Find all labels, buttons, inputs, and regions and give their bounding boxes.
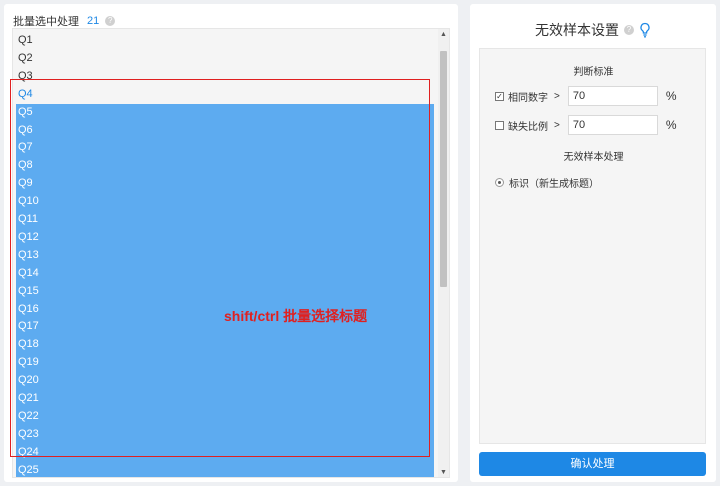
list-item[interactable]: Q22	[13, 407, 439, 425]
list-item[interactable]: Q8	[13, 156, 439, 174]
invalid-sample-panel: 无效样本设置 ? 判断标准 ✓ 相同数字 > 70 % 缺失比例 > 70 % …	[470, 4, 716, 482]
criteria-label: 相同数字	[508, 92, 548, 104]
mark-radio[interactable]	[495, 177, 504, 187]
same-number-checkbox[interactable]: ✓	[495, 91, 504, 101]
panel-title: 无效样本设置 ?	[470, 20, 716, 40]
criteria-row-missing-ratio: 缺失比例 > 70 %	[495, 115, 677, 135]
mark-radio-label: 标识（新生成标题）	[509, 178, 599, 190]
help-icon[interactable]: ?	[105, 16, 116, 26]
list-item[interactable]: Q7	[13, 138, 439, 156]
criteria-row-same-number: ✓ 相同数字 > 70 %	[495, 86, 677, 106]
list-item[interactable]: Q23	[13, 425, 439, 443]
list-item[interactable]: Q12	[13, 228, 439, 246]
settings-box: 判断标准 ✓ 相同数字 > 70 % 缺失比例 > 70 % 无效样本处理 标识…	[479, 48, 706, 444]
list-item[interactable]: Q2	[13, 49, 439, 67]
annotation-text: shift/ctrl 批量选择标题	[224, 308, 368, 324]
help-icon[interactable]: ?	[624, 25, 634, 35]
list-item[interactable]: Q19	[13, 353, 439, 371]
question-list[interactable]: Q1 Q2 Q3 Q4 Q5 Q6 Q7 Q8 Q9 Q10 Q11 Q12 Q13 Q14 Q15 Q16 Q…	[12, 28, 450, 478]
scroll-down-icon[interactable]: ▼	[438, 467, 449, 477]
list-item[interactable]: Q3	[13, 67, 439, 85]
list-item[interactable]: Q25	[13, 461, 439, 477]
list-item[interactable]: Q18	[13, 335, 439, 353]
list-item[interactable]: Q20	[13, 371, 439, 389]
confirm-button[interactable]: 确认处理	[479, 452, 706, 476]
missing-ratio-input[interactable]: 70	[567, 115, 658, 135]
list-item[interactable]: Q14	[13, 264, 439, 282]
panel-title-text: 无效样本设置	[535, 22, 619, 38]
scroll-thumb[interactable]	[440, 51, 447, 287]
criteria-label: 缺失比例	[508, 121, 548, 133]
list-item[interactable]: Q11	[13, 210, 439, 228]
list-item[interactable]: Q10	[13, 192, 439, 210]
list-item[interactable]: Q1	[13, 31, 439, 49]
operator: >	[554, 119, 560, 131]
batch-select-panel: 批量选中处理 21 ? Q1 Q2 Q3 Q4 Q5 Q6 Q7 Q8 Q9 Q10 Q11 Q12 Q…	[4, 4, 458, 482]
criteria-title: 判断标准	[573, 67, 614, 78]
list-item[interactable]: Q15	[13, 282, 439, 300]
missing-ratio-checkbox[interactable]	[495, 120, 504, 130]
same-number-input[interactable]: 70	[567, 86, 658, 106]
selected-count: 21	[87, 15, 100, 27]
list-item[interactable]: Q9	[13, 174, 439, 192]
list-item[interactable]: Q21	[13, 389, 439, 407]
batch-select-title: 批量选中处理	[13, 16, 79, 28]
list-item[interactable]: Q24	[13, 443, 439, 461]
percent-unit: %	[665, 118, 677, 132]
operator: >	[554, 90, 560, 102]
scroll-up-icon[interactable]: ▲	[438, 29, 449, 41]
mark-option[interactable]: 标识（新生成标题）	[495, 174, 599, 190]
question-list-items: Q1 Q2 Q3 Q4 Q5 Q6 Q7 Q8 Q9 Q10 Q11 Q12 Q13 Q14 Q15 Q16 Q…	[13, 29, 439, 477]
lightbulb-icon[interactable]	[639, 22, 651, 38]
list-item[interactable]: Q6	[13, 121, 439, 139]
percent-unit: %	[665, 89, 677, 103]
list-item[interactable]: Q13	[13, 246, 439, 264]
scrollbar[interactable]: ▲ ▼	[438, 29, 449, 477]
list-item[interactable]: Q5	[13, 103, 439, 121]
list-item[interactable]: Q4	[13, 85, 439, 103]
process-title: 无效样本处理	[563, 152, 624, 163]
